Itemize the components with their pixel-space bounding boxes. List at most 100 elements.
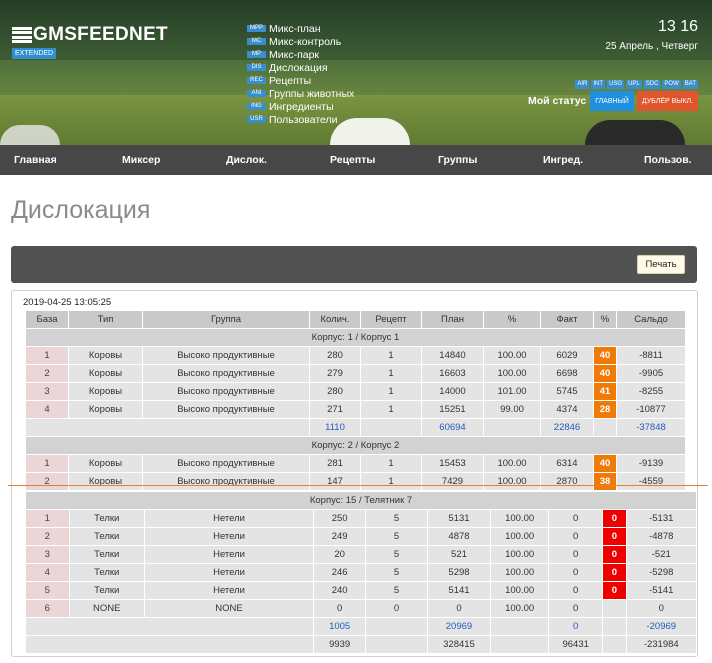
- status-label: Мой статус: [528, 95, 587, 107]
- cell-empty: [603, 636, 626, 653]
- top-menu-item[interactable]: MP Микс-парк: [247, 48, 354, 61]
- cell-group: Высоко продуктивные: [143, 365, 309, 382]
- menu-tag: MP: [247, 51, 266, 58]
- cell-empty: [594, 419, 616, 436]
- cell-group: Высоко продуктивные: [143, 347, 309, 364]
- nav-dislocation[interactable]: Дислок.: [226, 154, 267, 166]
- cell-fact: 0: [549, 546, 603, 563]
- table-row: 1 Телки Нетели 250 5 5131 100.00 0 0 -51…: [26, 510, 696, 527]
- cell-fact-pct: 38: [594, 473, 616, 490]
- cell-group: Нетели: [144, 510, 314, 527]
- cell-balance: -4878: [626, 528, 696, 545]
- nav-recipes[interactable]: Рецепты: [330, 154, 375, 166]
- banner-cow: [0, 125, 60, 145]
- cell-fact-pct: 40: [594, 455, 616, 472]
- system-badge: USG: [607, 80, 625, 89]
- clock: 13 16: [657, 18, 698, 35]
- cell-plan: 5131: [427, 510, 491, 527]
- cell-group: NONE: [144, 600, 314, 617]
- cell-base: 2: [26, 365, 68, 382]
- menu-tag: ING: [247, 103, 266, 110]
- top-menu-item[interactable]: ING Ингредиенты: [247, 100, 354, 113]
- cell-balance: -10877: [617, 401, 685, 418]
- top-menu: MPP Микс-план MC Микс-контроль MP Микс-парк…: [247, 22, 354, 126]
- cell-base: 2: [26, 473, 68, 490]
- menu-tag: USR: [247, 116, 266, 123]
- subtotal-fact: 22846: [541, 419, 593, 436]
- cell-balance: -8811: [617, 347, 685, 364]
- toolbar: Печать: [11, 246, 697, 283]
- cell-empty: [366, 618, 427, 635]
- cell-group: Высоко продуктивные: [143, 401, 309, 418]
- system-badge: UPL: [626, 80, 642, 89]
- top-menu-item[interactable]: USR Пользователи: [247, 113, 354, 126]
- nav-groups[interactable]: Группы: [438, 154, 477, 166]
- subtotal-fact: 0: [549, 618, 603, 635]
- status-main-button[interactable]: ГЛАВНЫЙ: [590, 91, 634, 111]
- cell-fact-pct: 40: [594, 347, 616, 364]
- group-row: Корпус: 15 / Телятник 7: [26, 492, 696, 509]
- column-header: Сальдо: [617, 311, 685, 328]
- cell-group: Нетели: [144, 546, 314, 563]
- cell-balance: -5141: [626, 582, 696, 599]
- cell-empty: [491, 636, 549, 653]
- cell-count: 249: [314, 528, 366, 545]
- subtotal-balance: -20969: [626, 618, 696, 635]
- cell-type: Коровы: [69, 455, 142, 472]
- menu-label: Микс-парк: [269, 48, 320, 61]
- nav-ingredients[interactable]: Ингред.: [543, 154, 583, 166]
- group-title: Корпус: 1 / Корпус 1: [26, 329, 685, 346]
- nav-users[interactable]: Пользов.: [644, 154, 692, 166]
- top-menu-item[interactable]: MPP Микс-план: [247, 22, 354, 35]
- status-duplicate-button[interactable]: ДУБЛЁР ВЫКЛ.: [637, 91, 698, 111]
- cell-plan-pct: 100.00: [491, 546, 549, 563]
- cell-count: 280: [310, 347, 360, 364]
- top-menu-item[interactable]: REC Рецепты: [247, 74, 354, 87]
- cell-balance: -9139: [617, 455, 685, 472]
- cell-plan-pct: 100.00: [484, 365, 540, 382]
- nav-home[interactable]: Главная: [14, 154, 57, 166]
- edition-badge: EXTENDED: [12, 48, 57, 59]
- cell-fact: 6314: [541, 455, 593, 472]
- total-balance: -231984: [626, 636, 696, 653]
- cell-type: Телки: [69, 510, 144, 527]
- cell-fact: 0: [549, 600, 603, 617]
- total-fact: 96431: [549, 636, 603, 653]
- nav-mixer[interactable]: Миксер: [122, 154, 160, 166]
- cell-fact: 4374: [541, 401, 593, 418]
- system-badge: SDC: [643, 80, 661, 89]
- menu-tag: REC: [247, 77, 266, 84]
- cell-group: Нетели: [144, 564, 314, 581]
- header-banner: GMSFEEDNET EXTENDED MPP Микс-план MC Микс-…: [0, 0, 712, 145]
- top-menu-item[interactable]: ANI Группы животных: [247, 87, 354, 100]
- system-badge: INT: [591, 80, 606, 89]
- column-header: Группа: [143, 311, 309, 328]
- cell-count: 281: [310, 455, 360, 472]
- cell-recipe: 5: [366, 546, 427, 563]
- column-header: Факт: [541, 311, 593, 328]
- cell-recipe: 1: [361, 365, 421, 382]
- report-panel: 2019-04-25 13:05:25 База Тип Группа Коли…: [11, 290, 698, 657]
- column-header: Тип: [69, 311, 142, 328]
- main-nav: Главная Миксер Дислок. Рецепты Группы Ин…: [0, 145, 712, 175]
- cell-type: Коровы: [69, 365, 142, 382]
- menu-label: Группы животных: [269, 87, 355, 100]
- top-menu-item[interactable]: DIS Дислокация: [247, 61, 354, 74]
- cell-plan-pct: 100.00: [491, 582, 549, 599]
- print-button[interactable]: Печать: [637, 255, 685, 274]
- cell-balance: -521: [626, 546, 696, 563]
- cell-plan: 14000: [422, 383, 483, 400]
- cell-recipe: 0: [366, 600, 427, 617]
- cell-count: 0: [314, 600, 366, 617]
- cell-recipe: 1: [361, 455, 421, 472]
- cell-fact-pct: 0: [603, 564, 626, 581]
- logo[interactable]: GMSFEEDNET: [12, 24, 168, 46]
- cell-base: 3: [26, 546, 69, 563]
- menu-label: Микс-план: [269, 22, 321, 35]
- top-menu-item[interactable]: MC Микс-контроль: [247, 35, 354, 48]
- menu-tag: MPP: [247, 25, 266, 32]
- system-badge: BAT: [682, 80, 698, 89]
- column-header: План: [422, 311, 483, 328]
- cell-fact-pct: 0: [603, 528, 626, 545]
- cell-type: Телки: [69, 564, 144, 581]
